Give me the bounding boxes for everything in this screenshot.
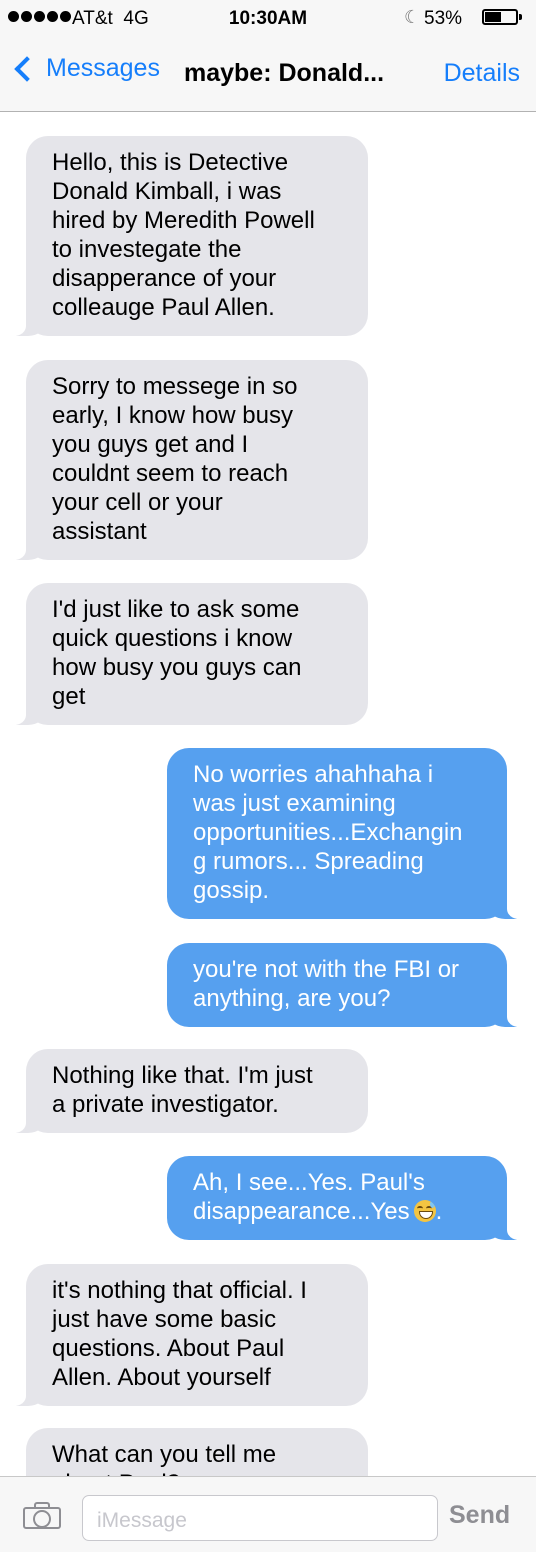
compose-bar: Send (0, 1476, 536, 1552)
message-thread[interactable]: Hello, this is Detective Donald Kimball,… (0, 112, 536, 1476)
message-text: Hello, this is Detective Donald Kimball,… (52, 149, 315, 321)
message-text: Sorry to messege in so early, I know how… (52, 373, 298, 545)
battery-icon (482, 9, 518, 25)
message-text: Ah, I see...Yes. Paul's disappearance...… (193, 1168, 485, 1226)
chevron-left-icon (14, 55, 40, 82)
back-label: Messages (46, 54, 160, 82)
outgoing-message: Ah, I see...Yes. Paul's disappearance...… (167, 1156, 523, 1240)
incoming-message: Hello, this is Detective Donald Kimball,… (10, 136, 368, 336)
incoming-message: What can you tell me about Paul? (26, 1428, 368, 1476)
grinning-sweat-emoji-icon (413, 1200, 436, 1222)
status-bar: AT&t 4G 10:30AM ☾ 53% (0, 0, 536, 40)
battery-percent: 53% (424, 8, 463, 29)
message-text: What can you tell me about Paul? (52, 1441, 277, 1476)
message-text: you're not with the FBI or anything, are… (193, 956, 460, 1012)
message-text: it's nothing that official. I just have … (52, 1277, 307, 1391)
conversation-title: maybe: Donald... (184, 59, 385, 87)
outgoing-message: you're not with the FBI or anything, are… (167, 943, 523, 1027)
message-text: I'd just like to ask some quick question… (52, 596, 302, 710)
camera-icon[interactable] (23, 1502, 63, 1530)
message-text-body: Ah, I see...Yes. Paul's disappearance...… (193, 1169, 425, 1225)
incoming-message: it's nothing that official. I just have … (10, 1264, 368, 1406)
nav-bar: Messages maybe: Donald... Details (0, 40, 536, 112)
incoming-message: Nothing like that. I'm just a private in… (10, 1049, 368, 1133)
back-button[interactable]: Messages (12, 54, 160, 83)
incoming-message: I'd just like to ask some quick question… (10, 583, 368, 725)
incoming-message: Sorry to messege in so early, I know how… (10, 360, 368, 560)
send-button[interactable]: Send (449, 1501, 510, 1530)
do-not-disturb-icon: ☾ (404, 7, 421, 27)
message-text: Nothing like that. I'm just a private in… (52, 1062, 313, 1118)
details-button[interactable]: Details (444, 59, 520, 88)
outgoing-message: No worries ahahhaha i was just examining… (167, 748, 523, 919)
message-suffix: . (435, 1198, 443, 1225)
battery-tip (519, 14, 522, 20)
imessage-input[interactable] (82, 1495, 438, 1541)
battery-fill (485, 12, 501, 22)
message-text: No worries ahahhaha i was just examining… (193, 761, 463, 904)
